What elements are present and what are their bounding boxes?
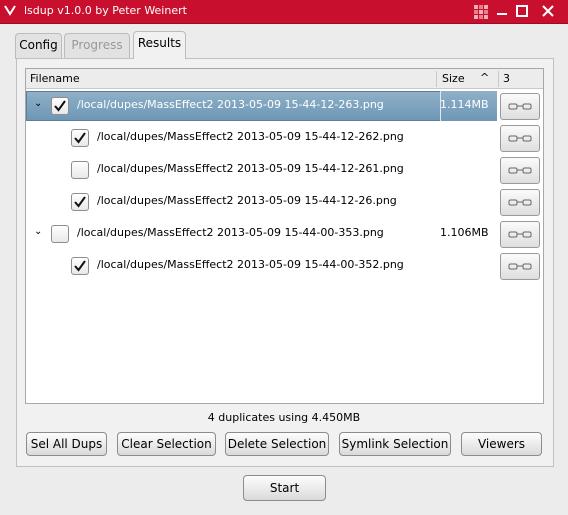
start-button[interactable]: Start [243,475,326,501]
sel-all-dups-button[interactable]: Sel All Dups [26,432,107,456]
glasses-icon [508,263,532,270]
tab-progress[interactable]: Progress [64,33,130,59]
menu-grid-icon[interactable] [474,5,488,19]
symlink-selection-button[interactable]: Symlink Selection [339,432,451,456]
title-bar: lsdup v1.0.0 by Peter Weinert [0,0,568,24]
viewers-button[interactable]: Viewers [461,432,542,456]
app-window: lsdup v1.0.0 by Peter Weinert Config Pro… [0,0,568,515]
file-size: 1.114MB [440,98,489,111]
results-tree[interactable]: Filename Size ^ 3 ⌄ /local/dupes/MassEff… [25,68,544,404]
view-image-button[interactable] [500,93,540,120]
table-row[interactable]: /local/dupes/MassEffect2 2013-05-09 15-4… [26,186,543,218]
table-row[interactable]: ⌄ /local/dupes/MassEffect2 2013-05-09 15… [26,218,543,250]
file-name: /local/dupes/MassEffect2 2013-05-09 15-4… [97,162,404,175]
file-name: /local/dupes/MassEffect2 2013-05-09 15-4… [97,258,404,271]
table-row[interactable]: /local/dupes/MassEffect2 2013-05-09 15-4… [26,122,543,154]
file-name: /local/dupes/MassEffect2 2013-05-09 15-4… [97,194,397,207]
tree-header: Filename Size ^ 3 [26,69,543,89]
table-row[interactable]: /local/dupes/MassEffect2 2013-05-09 15-4… [26,250,543,282]
glasses-icon [508,167,532,174]
column-header-size[interactable]: Size [442,72,465,85]
tab-config[interactable]: Config [15,33,62,59]
column-header-count[interactable]: 3 [503,72,510,85]
glasses-icon [508,231,532,238]
view-image-button[interactable] [500,125,540,152]
file-name: /local/dupes/MassEffect2 2013-05-09 15-4… [77,98,384,111]
table-row[interactable]: /local/dupes/MassEffect2 2013-05-09 15-4… [26,154,543,186]
app-icon [4,5,16,16]
clear-selection-button[interactable]: Clear Selection [117,432,216,456]
file-name: /local/dupes/MassEffect2 2013-05-09 15-4… [77,226,384,239]
row-checkbox[interactable] [71,129,89,147]
row-checkbox[interactable] [71,193,89,211]
glasses-icon [508,135,532,142]
column-divider [436,71,437,87]
row-checkbox[interactable] [71,257,89,275]
expander-icon[interactable]: ⌄ [34,227,44,237]
expander-icon[interactable]: ⌄ [34,99,44,109]
tab-results[interactable]: Results [133,31,186,59]
column-divider [498,71,499,87]
close-icon[interactable] [542,5,554,17]
delete-selection-button[interactable]: Delete Selection [225,432,329,456]
table-row[interactable]: ⌄ /local/dupes/MassEffect2 2013-05-09 15… [26,90,543,122]
view-image-button[interactable] [500,189,540,216]
maximize-icon[interactable] [516,5,528,17]
minimize-icon[interactable] [496,5,508,17]
sort-ascending-icon: ^ [480,71,490,84]
row-checkbox[interactable] [71,161,89,179]
view-image-button[interactable] [500,221,540,248]
status-text: 4 duplicates using 4.450MB [207,411,361,424]
window-title: lsdup v1.0.0 by Peter Weinert [24,4,187,17]
glasses-icon [508,199,532,206]
row-checkbox[interactable] [51,97,69,115]
file-name: /local/dupes/MassEffect2 2013-05-09 15-4… [97,130,404,143]
view-image-button[interactable] [500,157,540,184]
column-header-filename[interactable]: Filename [30,72,80,85]
view-image-button[interactable] [500,253,540,280]
glasses-icon [508,103,532,110]
file-size: 1.106MB [440,226,489,239]
row-checkbox[interactable] [51,225,69,243]
